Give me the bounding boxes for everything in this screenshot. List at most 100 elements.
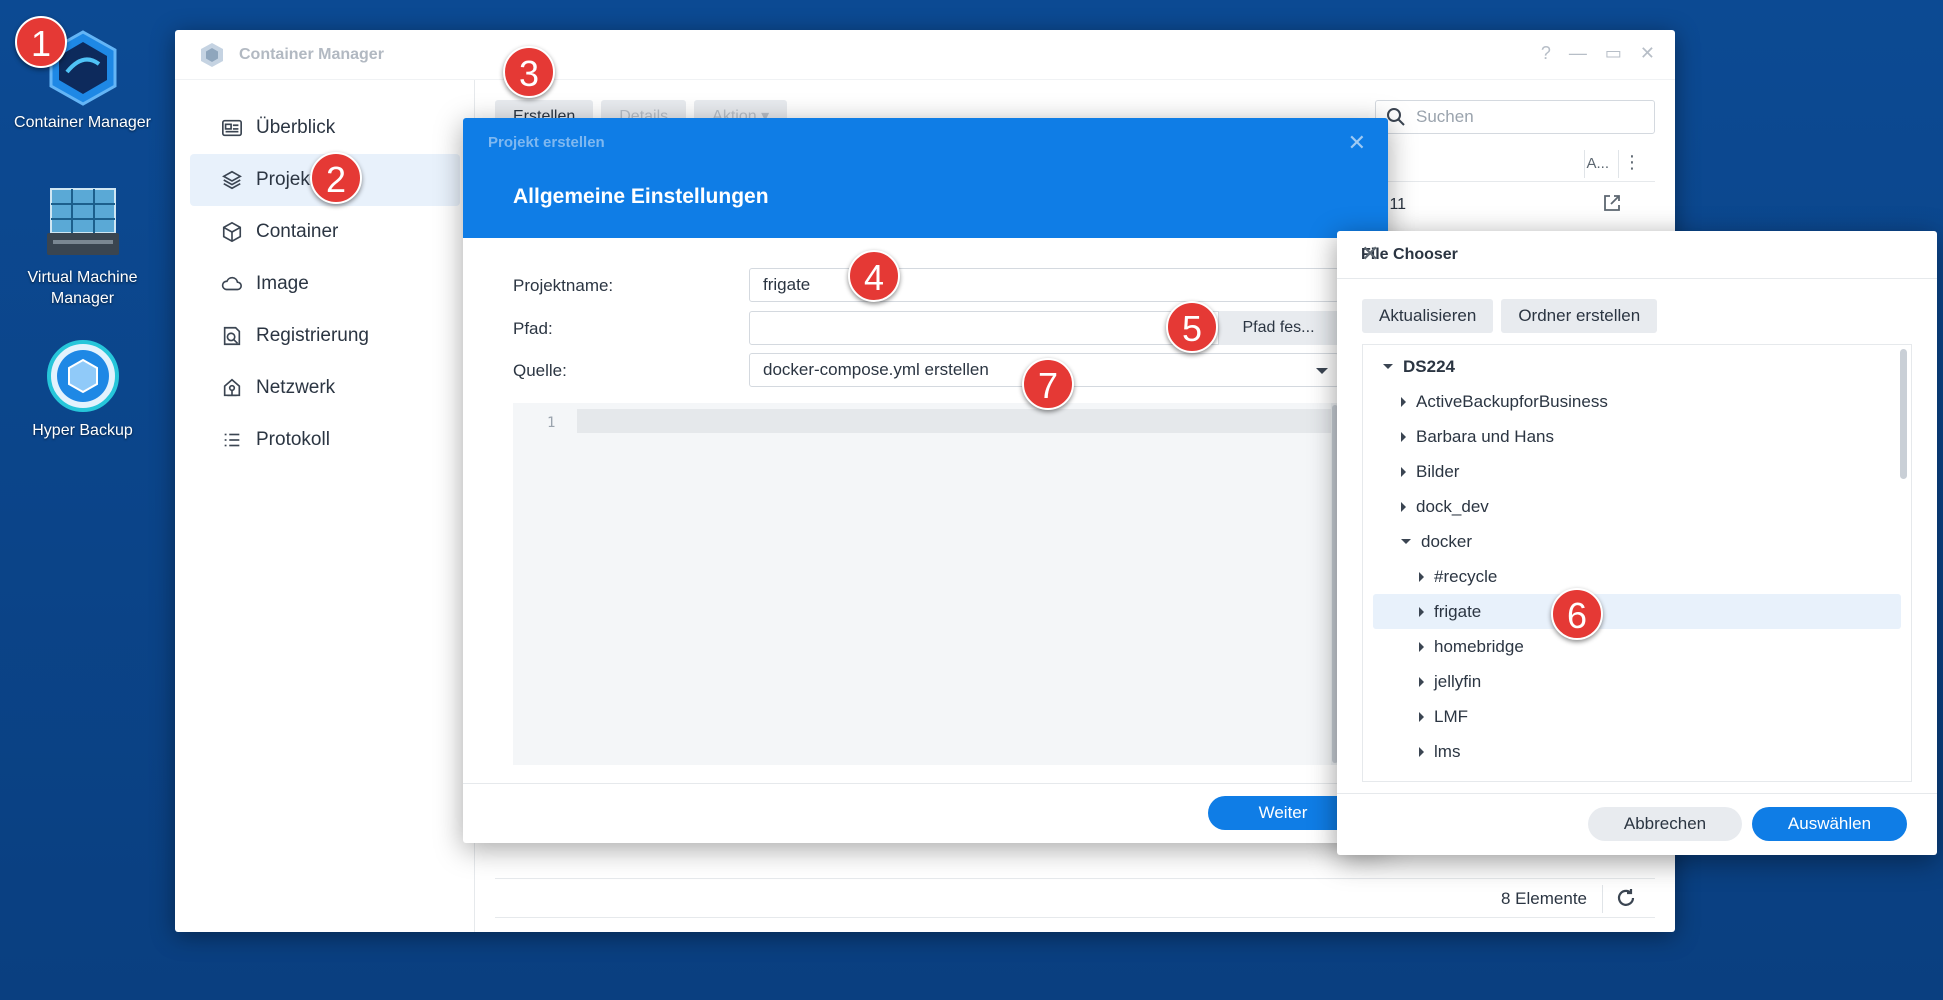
sidebar-item-netzwerk[interactable]: Netzwerk: [190, 362, 460, 414]
layers-icon: [220, 168, 244, 192]
next-button[interactable]: Weiter: [1208, 796, 1358, 830]
tree-item-label: dock_dev: [1416, 497, 1489, 516]
sidebar-item-protokoll[interactable]: Protokoll: [190, 414, 460, 466]
sidebar-item-ueberblick[interactable]: Überblick: [190, 102, 460, 154]
minimize-icon[interactable]: —: [1569, 43, 1587, 64]
sidebar-item-image[interactable]: Image: [190, 258, 460, 310]
step-badge-6: 6: [1551, 588, 1603, 640]
close-icon[interactable]: ✕: [1361, 241, 1915, 267]
list-icon: [220, 428, 244, 452]
overview-icon: [220, 116, 244, 140]
table-footer: 8 Elemente: [495, 878, 1655, 918]
tree-item[interactable]: lms: [1373, 734, 1901, 769]
expand-caret-icon[interactable]: [1401, 501, 1406, 512]
registry-icon: [220, 324, 244, 348]
step-badge-2: 2: [310, 152, 362, 204]
expand-caret-icon[interactable]: [1419, 676, 1424, 687]
create-project-dialog: Projekt erstellen Allgemeine Einstellung…: [463, 118, 1388, 843]
dialog-title: Projekt erstellen: [488, 134, 605, 151]
desktop-icon-virtual-machine-manager[interactable]: Virtual Machine Manager: [0, 185, 165, 309]
tree-item-label: homebridge: [1434, 637, 1524, 656]
virtual-machine-manager-icon: [46, 188, 119, 255]
step-badge-5: 5: [1166, 301, 1218, 353]
sidebar: Überblick Projekt Container Image Regist…: [175, 80, 475, 932]
expand-caret-icon[interactable]: [1383, 364, 1393, 370]
file-chooser-footer: Abbrechen Auswählen: [1337, 793, 1937, 855]
column-divider: [1618, 150, 1619, 178]
tree-item-ds224[interactable]: DS224: [1373, 349, 1901, 384]
tree-item[interactable]: Barbara und Hans: [1373, 419, 1901, 454]
sidebar-item-label: Registrierung: [256, 325, 369, 346]
tree-item[interactable]: #recycle: [1373, 559, 1901, 594]
column-divider: [1584, 150, 1585, 178]
tree-item-label: Bilder: [1416, 462, 1460, 481]
tree-item[interactable]: homebridge: [1373, 629, 1901, 664]
quelle-label: Quelle:: [513, 361, 567, 380]
external-link-icon[interactable]: [1601, 192, 1623, 214]
expand-caret-icon[interactable]: [1419, 606, 1424, 617]
tree-item-frigate[interactable]: frigate: [1373, 594, 1901, 629]
tree-item[interactable]: jellyfin: [1373, 664, 1901, 699]
sidebar-item-label: Netzwerk: [256, 377, 336, 398]
cancel-button[interactable]: Abbrechen: [1588, 807, 1742, 841]
expand-caret-icon[interactable]: [1419, 711, 1424, 722]
desktop-icon-label: Virtual Machine Manager: [27, 269, 138, 307]
sidebar-item-label: Projekt: [256, 169, 316, 190]
maximize-icon[interactable]: ▭: [1605, 43, 1622, 64]
folder-tree: DS224 ActiveBackupforBusiness Barbara un…: [1362, 344, 1912, 782]
tree-item-label: #recycle: [1434, 567, 1498, 586]
desktop-icon-label: Container Manager: [14, 114, 151, 131]
tree-item-docker[interactable]: docker: [1373, 524, 1901, 559]
refresh-button[interactable]: Aktualisieren: [1362, 299, 1494, 333]
tree-item[interactable]: LMF: [1373, 699, 1901, 734]
pfad-label: Pfad:: [513, 319, 553, 338]
desktop-icon-hyper-backup[interactable]: Hyper Backup: [0, 338, 165, 441]
quelle-value: docker-compose.yml erstellen: [763, 360, 989, 379]
more-options-icon[interactable]: ⋮: [1623, 152, 1641, 173]
tree-item-label: Barbara und Hans: [1416, 427, 1554, 446]
step-badge-4: 4: [848, 250, 900, 302]
expand-caret-icon[interactable]: [1401, 396, 1406, 407]
tree-item-label: jellyfin: [1434, 672, 1482, 691]
expand-caret-icon[interactable]: [1401, 431, 1406, 442]
expand-caret-icon[interactable]: [1419, 746, 1424, 757]
sidebar-item-label: Protokoll: [256, 429, 330, 450]
item-count: 8 Elemente: [1501, 889, 1587, 908]
projektname-input[interactable]: frigate: [749, 268, 1339, 302]
refresh-icon[interactable]: [1615, 887, 1637, 909]
compose-editor[interactable]: 1: [513, 403, 1339, 765]
desktop-icon-label: Hyper Backup: [32, 422, 133, 439]
create-folder-button[interactable]: Ordner erstellen: [1501, 299, 1658, 333]
active-line: [577, 409, 1339, 433]
column-header-a[interactable]: A...: [1586, 155, 1609, 172]
tree-item[interactable]: dock_dev: [1373, 489, 1901, 524]
expand-caret-icon[interactable]: [1419, 641, 1424, 652]
window-title: Container Manager: [239, 45, 384, 63]
sidebar-item-label: Überblick: [256, 117, 336, 138]
search-input[interactable]: Suchen: [1375, 100, 1655, 134]
window-titlebar: Container Manager: [175, 30, 1675, 80]
pfad-input[interactable]: Pfad fes...: [749, 311, 1339, 345]
table-cell: :11: [1385, 196, 1407, 213]
select-button[interactable]: Auswählen: [1752, 807, 1907, 841]
expand-caret-icon[interactable]: [1401, 539, 1411, 545]
expand-caret-icon[interactable]: [1419, 571, 1424, 582]
tree-item-label: LMF: [1434, 707, 1468, 726]
set-path-button[interactable]: Pfad fes...: [1218, 311, 1338, 345]
tree-item-label: frigate: [1434, 602, 1482, 621]
tree-item[interactable]: ActiveBackupforBusiness: [1373, 384, 1901, 419]
close-icon[interactable]: ✕: [1640, 43, 1655, 64]
close-icon[interactable]: ✕: [1348, 130, 1366, 156]
tree-item[interactable]: Bilder: [1373, 454, 1901, 489]
network-icon: [220, 376, 244, 400]
sidebar-item-registrierung[interactable]: Registrierung: [190, 310, 460, 362]
tree-item-label: ActiveBackupforBusiness: [1416, 392, 1608, 411]
dialog-subtitle: Allgemeine Einstellungen: [513, 185, 769, 208]
sidebar-item-container[interactable]: Container: [190, 206, 460, 258]
sidebar-item-label: Image: [256, 273, 309, 294]
tree-item-label: docker: [1421, 532, 1473, 551]
expand-caret-icon[interactable]: [1401, 466, 1406, 477]
tree-scrollbar[interactable]: [1900, 349, 1907, 479]
help-icon[interactable]: ?: [1541, 43, 1551, 64]
projektname-label: Projektname:: [513, 276, 614, 295]
